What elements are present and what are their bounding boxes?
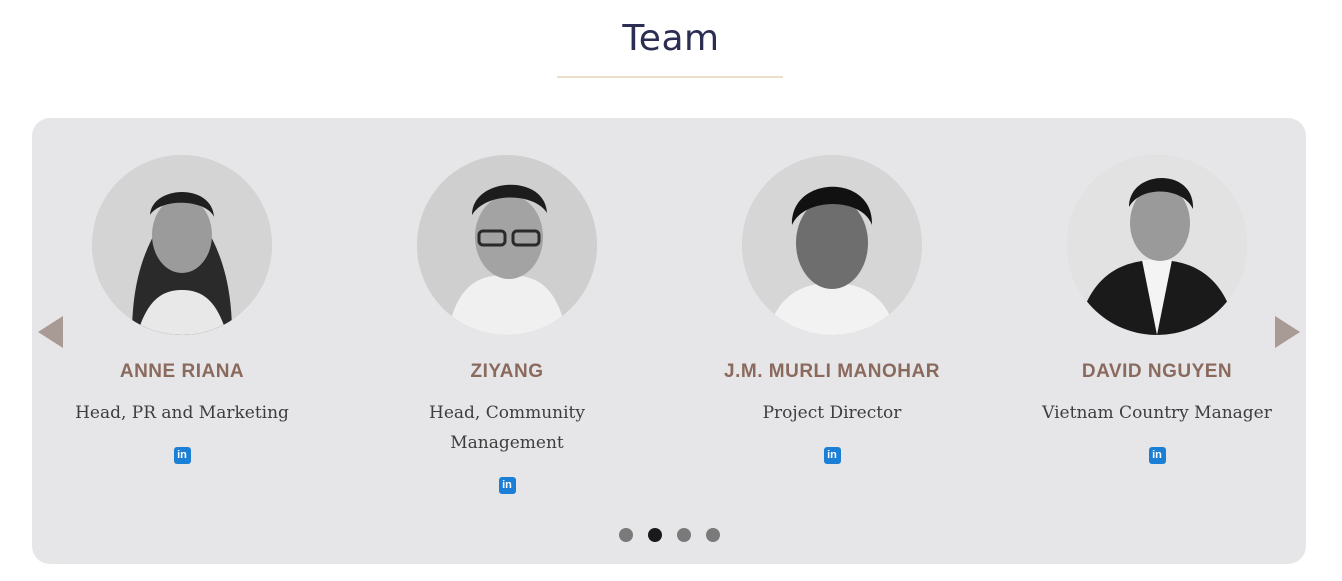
title-underline: [557, 76, 783, 78]
member-name: ANNE RIANA: [119, 361, 245, 382]
pagination-dot[interactable]: [706, 528, 720, 542]
pagination-dot-active[interactable]: [648, 528, 662, 542]
team-member-card: J.M. MURLI MANOHAR Project Director in: [682, 155, 982, 468]
member-role: Project Director: [762, 403, 902, 423]
linkedin-icon[interactable]: in: [173, 447, 191, 464]
member-photo: [92, 155, 272, 335]
team-carousel: ANNE RIANA Head, PR and Marketing in ZIY…: [32, 118, 1306, 564]
member-role: Head, PR and Marketing: [75, 403, 289, 423]
linkedin-icon[interactable]: in: [1148, 447, 1166, 464]
pagination-dot[interactable]: [619, 528, 633, 542]
member-photo: [1067, 155, 1247, 335]
member-name: ZIYANG: [470, 361, 544, 382]
linkedin-icon[interactable]: in: [498, 477, 516, 494]
team-member-card: ANNE RIANA Head, PR and Marketing in: [32, 155, 332, 468]
linkedin-icon[interactable]: in: [823, 447, 841, 464]
section-title: Team: [622, 18, 720, 59]
member-photo: [742, 155, 922, 335]
pagination-dot[interactable]: [677, 528, 691, 542]
member-role: Head, Community Management: [429, 403, 585, 453]
member-name: DAVID NGUYEN: [1081, 361, 1233, 382]
team-member-card: ZIYANG Head, Community Management in: [357, 155, 657, 498]
carousel-pagination: [619, 528, 735, 542]
member-name: J.M. MURLI MANOHAR: [724, 361, 940, 382]
member-role: Vietnam Country Manager: [1042, 403, 1272, 423]
team-member-card: DAVID NGUYEN Vietnam Country Manager in: [1007, 155, 1307, 468]
member-photo: [417, 155, 597, 335]
